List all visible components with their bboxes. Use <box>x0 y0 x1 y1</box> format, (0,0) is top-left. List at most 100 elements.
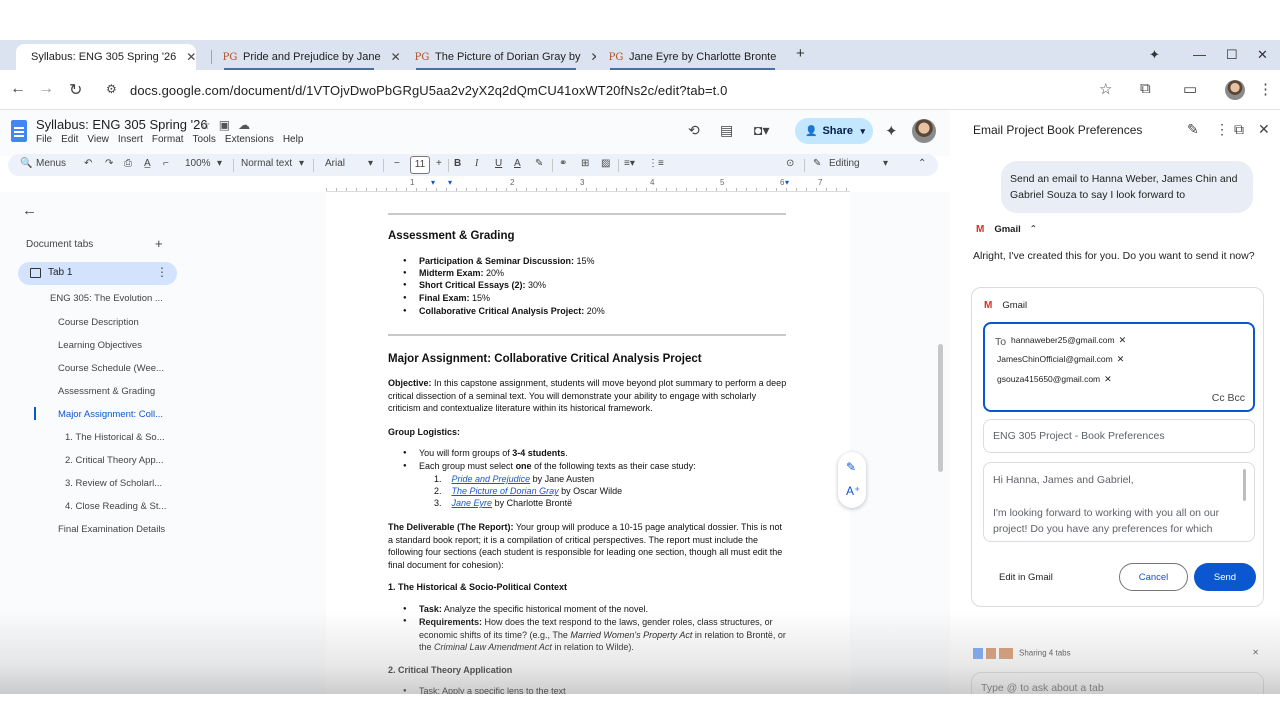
outline-item[interactable]: 3. Review of Scholarl... <box>65 478 162 489</box>
font-select[interactable]: Arial <box>325 158 345 169</box>
menu-insert[interactable]: Insert <box>118 134 143 145</box>
menu-help[interactable]: Help <box>283 134 304 145</box>
close-icon[interactable]: ✕ <box>591 50 596 64</box>
outline-item[interactable]: ENG 305: The Evolution ... <box>50 293 163 304</box>
increase-font-icon[interactable]: + <box>436 158 442 169</box>
book-link[interactable]: The Picture of Dorian Gray <box>452 486 559 496</box>
link-icon[interactable]: ⚭ <box>559 158 567 169</box>
indent-marker-icon[interactable]: ▾ <box>431 178 435 187</box>
chevron-down-icon[interactable]: ▾ <box>883 158 888 169</box>
align-icon[interactable]: ≡▾ <box>624 158 635 169</box>
cast-icon[interactable]: ▭ <box>1183 80 1197 98</box>
star-icon[interactable]: ☆ <box>200 118 219 132</box>
gmail-tool-chip[interactable]: M Gmail ⌃ <box>976 224 1037 235</box>
outline-item[interactable]: Final Examination Details <box>58 524 165 535</box>
ruler[interactable]: ▾ ▾ 1 2 3 4 5 6 ▾ 7 <box>326 178 850 192</box>
docs-logo-icon[interactable] <box>11 120 27 142</box>
account-avatar[interactable] <box>912 119 936 143</box>
back-arrow-icon[interactable]: ← <box>22 202 37 219</box>
decrease-font-icon[interactable]: − <box>394 158 400 169</box>
highlight-icon[interactable]: ✎ <box>535 158 543 169</box>
menu-extensions[interactable]: Extensions <box>225 134 274 145</box>
more-options-icon[interactable]: ⋮ <box>1215 121 1229 138</box>
bold-icon[interactable]: B <box>454 158 461 169</box>
meet-icon[interactable]: ◘▾ <box>754 122 769 139</box>
document-page[interactable]: Assessment & Grading Participation & Sem… <box>326 192 850 720</box>
bookmark-star-icon[interactable]: ☆ <box>1099 80 1112 98</box>
redo-icon[interactable]: ↷ <box>105 158 113 169</box>
editing-mode-select[interactable]: Editing <box>829 158 860 169</box>
style-select[interactable]: Normal text <box>241 158 292 169</box>
chevron-up-icon[interactable]: ⌃ <box>1029 224 1037 235</box>
underline-icon[interactable]: U <box>495 158 502 169</box>
recipient-chip[interactable]: hannaweber25@gmail.com ✕ <box>1011 335 1126 346</box>
add-tab-icon[interactable]: + <box>155 236 163 251</box>
minimize-icon[interactable]: — <box>1193 47 1206 62</box>
gemini-assist-icon[interactable]: ⊙ <box>786 158 794 169</box>
outline-item[interactable]: 2. Critical Theory App... <box>65 455 164 466</box>
cancel-button[interactable]: Cancel <box>1119 563 1188 591</box>
close-icon[interactable]: ✕ <box>186 50 196 64</box>
remove-recipient-icon[interactable]: ✕ <box>1119 335 1127 345</box>
document-tab-1[interactable]: Tab 1 ⋮ <box>18 262 177 285</box>
zoom-select[interactable]: 100% <box>185 158 211 169</box>
outline-item[interactable]: Learning Objectives <box>58 340 142 351</box>
gemini-icon[interactable]: ✦ <box>885 122 898 140</box>
font-size-input[interactable]: 11 <box>410 156 430 174</box>
search-menus-icon[interactable]: 🔍 <box>20 158 32 169</box>
outline-item[interactable]: 1. The Historical & So... <box>65 432 165 443</box>
document-scrollbar[interactable] <box>938 344 943 472</box>
more-options-icon[interactable]: ⋮ <box>156 265 168 279</box>
indent-marker-icon[interactable]: ▾ <box>448 178 452 187</box>
book-link[interactable]: Pride and Prejudice <box>452 474 531 484</box>
version-history-icon[interactable]: ⟲ <box>688 122 700 139</box>
chevron-down-icon[interactable]: ▾ <box>860 126 865 137</box>
move-folder-icon[interactable]: ▣ <box>219 118 238 132</box>
ai-format-icon[interactable]: A⁺ <box>846 484 860 498</box>
browser-tab-syllabus[interactable]: Syllabus: ENG 305 Spring '26 ✕ <box>16 44 196 70</box>
close-icon[interactable]: ✕ <box>391 50 400 64</box>
extensions-icon[interactable]: ⧉ <box>1140 80 1151 97</box>
chevron-down-icon[interactable]: ▾ <box>217 158 222 169</box>
outline-item[interactable]: Course Schedule (Wee... <box>58 363 164 374</box>
close-panel-icon[interactable]: ✕ <box>1258 121 1270 138</box>
add-comment-icon[interactable]: ⊞ <box>581 158 589 169</box>
close-icon[interactable]: ✕ <box>1252 648 1259 657</box>
right-indent-marker-icon[interactable]: ▾ <box>785 178 789 187</box>
close-icon[interactable]: ✕ <box>786 50 787 64</box>
recipient-chip[interactable]: gsouza415650@gmail.com ✕ <box>997 374 1112 385</box>
chevron-down-icon[interactable]: ▾ <box>299 158 304 169</box>
new-chat-icon[interactable]: ✎ <box>1187 121 1199 138</box>
send-button[interactable]: Send <box>1194 563 1256 591</box>
subject-field[interactable]: ENG 305 Project - Book Preferences <box>983 419 1255 453</box>
recipients-field[interactable]: To hannaweber25@gmail.com ✕ JamesChinOffi… <box>983 322 1255 412</box>
line-spacing-icon[interactable]: ⋮≡ <box>648 158 664 169</box>
browser-tab-jane-eyre[interactable]: PG Jane Eyre by Charlotte Bronte ✕ <box>602 44 787 70</box>
cc-bcc-toggle[interactable]: Cc Bcc <box>1212 392 1245 404</box>
italic-icon[interactable]: I <box>475 158 478 169</box>
recipient-chip[interactable]: JamesChinOfficial@gmail.com ✕ <box>997 354 1124 365</box>
profile-avatar[interactable] <box>1225 80 1245 100</box>
remove-recipient-icon[interactable]: ✕ <box>1104 374 1112 384</box>
share-button[interactable]: 👤 Share ▾ <box>795 118 873 144</box>
outline-item[interactable]: Course Description <box>58 317 139 328</box>
remove-recipient-icon[interactable]: ✕ <box>1117 354 1125 364</box>
close-window-icon[interactable]: ✕ <box>1257 47 1268 63</box>
text-color-icon[interactable]: A <box>514 158 521 169</box>
edit-in-gmail-link[interactable]: Edit in Gmail <box>999 572 1053 583</box>
menu-edit[interactable]: Edit <box>61 134 78 145</box>
browser-tab-pride-prejudice[interactable]: PG Pride and Prejudice by Jane ✕ <box>216 44 400 70</box>
paint-format-icon[interactable]: ⌐ <box>163 158 169 169</box>
menu-file[interactable]: File <box>36 134 52 145</box>
menu-view[interactable]: View <box>87 134 109 145</box>
site-info-icon[interactable]: ⚙ <box>106 82 117 96</box>
document-title[interactable]: Syllabus: ENG 305 Spring '26 <box>36 117 208 132</box>
menu-tools[interactable]: Tools <box>193 134 216 145</box>
menu-format[interactable]: Format <box>152 134 184 145</box>
menus-search[interactable]: Menus <box>36 158 66 169</box>
editing-pencil-icon[interactable]: ✎ <box>813 158 821 169</box>
new-tab-button[interactable]: + <box>796 45 805 62</box>
chevron-down-icon[interactable]: ▾ <box>368 158 373 169</box>
back-icon[interactable]: ← <box>10 80 26 98</box>
address-bar[interactable]: ⚙ docs.google.com/document/d/1VTOjvDwoPb… <box>100 76 1130 104</box>
